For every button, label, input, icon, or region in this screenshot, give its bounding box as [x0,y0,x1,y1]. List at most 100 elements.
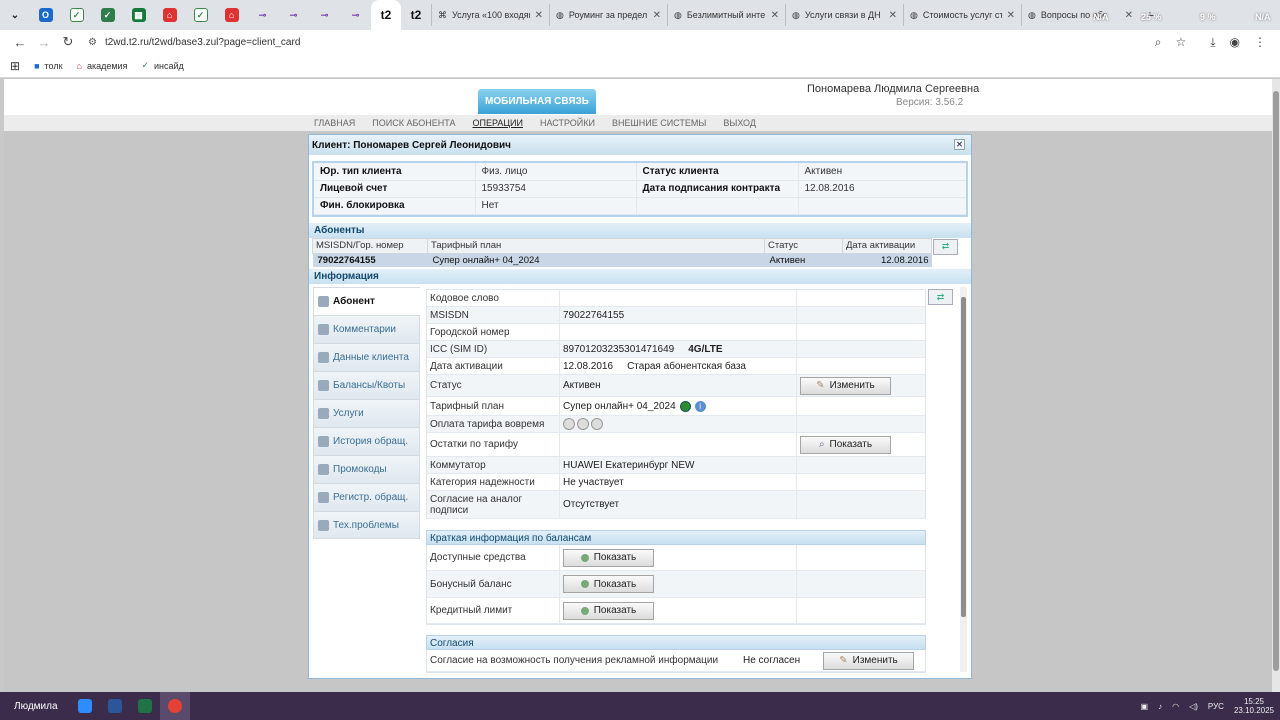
tab-label: Абонент [333,296,375,307]
folder-icon [318,492,329,503]
apps-grid-icon[interactable]: ⊞ [10,59,20,73]
close-icon[interactable]: ✕ [1125,10,1133,21]
detail-row: Городской номер [427,324,925,341]
detail-value: Активен [560,375,797,396]
show-bonus-button[interactable]: Показать [563,575,654,593]
scroll-thumb[interactable] [1273,91,1279,671]
client-summary: Юр. тип клиента Физ. лицо Статус клиента… [312,161,968,217]
browser-tab[interactable]: ⌘ Услуга «100 входящ ✕ [431,4,549,26]
sheet-tab-icon[interactable]: ▦ [123,0,154,30]
link-tab-icon[interactable]: ⊸ [309,0,340,30]
info-icon[interactable]: i [694,400,706,412]
tab-t2-active[interactable]: t2 [371,0,401,30]
tab-client-data[interactable]: Данные клиента [313,343,420,371]
download-icon[interactable]: ⤓ [1210,35,1215,50]
button-label: Показать [593,605,637,616]
back-icon[interactable]: ← [8,35,32,50]
close-icon[interactable]: ✕ [954,139,965,150]
detail-label: Коммутатор [427,457,560,473]
zoom-icon[interactable]: ⌕ [1155,35,1162,50]
show-credit-button[interactable]: Показать [563,601,654,620]
link-tab-icon[interactable]: ⊸ [340,0,371,30]
menu-item-external[interactable]: ВНЕШНИЕ СИСТЕМЫ [612,118,706,128]
academy-tab-icon[interactable]: ⌂ [216,0,247,30]
volume-icon[interactable]: ◁) [1189,702,1198,711]
menu-item-operations[interactable]: ОПЕРАЦИИ [473,118,523,128]
detail-row: Согласие на аналог подписи Отсутствует [427,491,925,519]
menu-item-home[interactable]: ГЛАВНАЯ [314,118,355,128]
scroll-thumb[interactable] [961,297,966,617]
check-tab-icon[interactable]: ✓ [185,0,216,30]
clock[interactable]: 15:25 23.10.2025 [1234,697,1274,715]
zoom-app-icon[interactable] [70,692,100,720]
site-settings-icon[interactable]: ⚙ [88,37,97,48]
browser-tab[interactable]: ◍ Вопросы по обс ✕ [1021,4,1139,26]
refresh-button[interactable]: ⇄ [933,238,958,255]
language-indicator[interactable]: РУС [1208,702,1224,711]
details-scrollbar[interactable] [960,287,967,672]
wifi-icon[interactable]: ◠ [1172,702,1179,711]
browser-tab[interactable]: ◍ Услуги связи в ДН ✕ [785,4,903,26]
browser-tab[interactable]: ◍ Безлимитный инте ✕ [667,4,785,26]
tab-promocodes[interactable]: Промокоды [313,455,420,483]
tab-list-button[interactable]: ⌄ [0,0,30,30]
tab-registration[interactable]: Регистр. обращ. [313,483,420,511]
tab-t2[interactable]: t2 [401,0,431,30]
menu-item-exit[interactable]: ВЫХОД [723,118,756,128]
link-tab-icon[interactable]: ⊸ [278,0,309,30]
check-tab-icon[interactable]: ✓ [61,0,92,30]
excel-app-icon[interactable] [130,692,160,720]
mic-icon[interactable]: ♪ [1158,702,1162,711]
tab-subscriber[interactable]: Абонент [313,287,420,315]
bookmark-insight[interactable]: ✓ инсайд [141,60,183,71]
menu-icon[interactable]: ⋮ [1254,35,1266,50]
academy-icon: ⌂ [76,60,82,71]
refresh-details-button[interactable]: ⇄ [928,289,953,305]
browser-tab[interactable]: ◍ Стоимость услуг ст ✕ [903,4,1021,26]
clock-date: 23.10.2025 [1233,706,1274,715]
show-remains-button[interactable]: ⌕ Показать [800,435,891,454]
url-field[interactable]: ⚙ t2wd.t2.ru/t2wd/base3.zul?page=client_… [88,37,1155,48]
column-header[interactable]: Статус [764,237,843,254]
page-scrollbar[interactable] [1272,79,1280,692]
address-bar: ← → ↻ ⚙ t2wd.t2.ru/t2wd/base3.zul?page=c… [0,30,1280,54]
change-consent-button[interactable]: ✎ Изменить [823,651,914,670]
overlay-stat: N/A [1255,12,1271,22]
academy-tab-icon[interactable]: ⌂ [154,0,185,30]
change-status-button[interactable]: ✎ Изменить [800,376,891,395]
profile-icon[interactable]: ◉ [1230,35,1240,50]
menu-item-search[interactable]: ПОИСК АБОНЕНТА [372,118,455,128]
close-icon[interactable]: ✕ [653,10,661,21]
show-funds-button[interactable]: Показать [563,548,654,567]
link-tab-icon[interactable]: ⊸ [247,0,278,30]
star-icon[interactable]: ☆ [1175,35,1186,50]
bookmark-academy[interactable]: ⌂ академия [77,61,128,71]
close-icon[interactable]: ✕ [535,10,543,21]
detail-row: Категория надежности Не участвует [427,474,925,491]
forward-icon[interactable]: → [32,35,56,50]
close-icon[interactable]: ✕ [889,10,897,21]
tab-tech-problems[interactable]: Тех.проблемы [313,511,420,539]
tab-balances[interactable]: Балансы/Квоты [313,371,420,399]
word-app-icon[interactable] [100,692,130,720]
column-header[interactable]: Тарифный план [427,237,765,254]
column-header[interactable]: Дата активации [842,237,932,254]
close-icon[interactable]: ✕ [1007,10,1015,21]
check-tab-icon[interactable]: ✓ [92,0,123,30]
chrome-app-icon[interactable] [160,692,190,720]
column-header[interactable]: MSISDN/Гор. номер [312,237,428,254]
detail-value: Отсутствует [560,491,797,518]
close-icon[interactable]: ✕ [771,10,779,21]
browser-tab[interactable]: ◍ Роуминг за предел ✕ [549,4,667,26]
tab-services[interactable]: Услуги [313,399,420,427]
outlook-tab-icon[interactable]: O [30,0,61,30]
detail-label: Статус [427,375,560,396]
bookmark-tolk[interactable]: ■ толк [34,61,62,71]
table-row[interactable]: 79022764155 Супер онлайн+ 04_2024 Активе… [312,253,932,267]
reload-icon[interactable]: ↻ [56,34,80,50]
tab-history[interactable]: История обращ. [313,427,420,455]
network-icon[interactable]: ▣ [1141,702,1149,711]
tab-comments[interactable]: Комментарии [313,315,420,343]
menu-item-settings[interactable]: НАСТРОЙКИ [540,118,595,128]
detail-row: MSISDN 79022764155 [427,307,925,324]
